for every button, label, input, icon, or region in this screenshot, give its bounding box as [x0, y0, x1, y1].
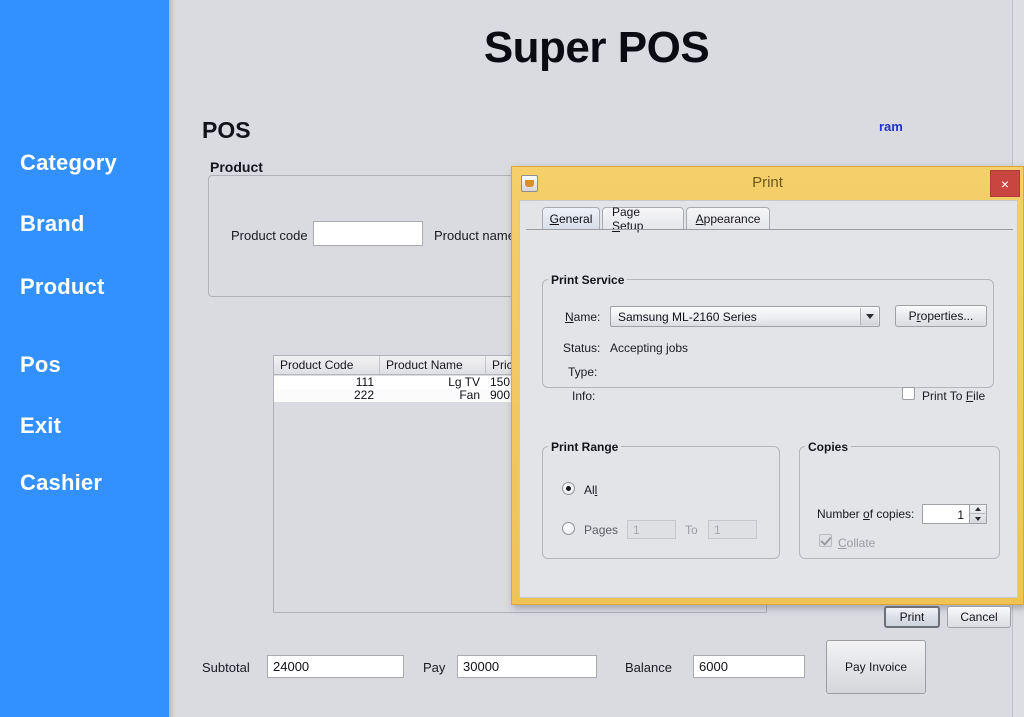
product-group-legend: Product	[206, 159, 267, 175]
dialog-body: General Page Setup Appearance Print Serv…	[519, 200, 1018, 628]
dialog-tabs: General Page Setup Appearance	[520, 205, 1017, 233]
print-range-all-radio[interactable]	[562, 482, 575, 495]
print-to-file-checkbox[interactable]	[902, 387, 915, 400]
balance-label: Balance	[625, 660, 672, 675]
cancel-button[interactable]: Cancel	[947, 606, 1011, 628]
number-of-copies-stepper[interactable]	[970, 504, 987, 524]
print-service-group	[542, 279, 994, 388]
product-code-input[interactable]	[313, 221, 423, 246]
product-code-label: Product code	[231, 228, 308, 243]
pay-input[interactable]	[457, 655, 597, 678]
dialog-title: Print	[752, 174, 783, 191]
tab-appearance[interactable]: Appearance	[686, 207, 770, 230]
print-dialog: Print × General Page Setup Appearance Pr…	[511, 166, 1024, 628]
status-value: Accepting jobs	[610, 341, 689, 355]
pay-label: Pay	[423, 660, 446, 675]
tab-general-label: General	[549, 212, 593, 226]
print-button[interactable]: Print	[884, 606, 940, 628]
print-range-group	[542, 446, 780, 559]
status-label: Status:	[563, 341, 601, 355]
printer-name-label: Name:	[565, 310, 601, 324]
print-to-file-label[interactable]: Print To File	[922, 389, 985, 403]
sidebar-item-pos[interactable]: Pos	[20, 352, 61, 378]
tab-general[interactable]: General	[542, 207, 600, 230]
current-user-label[interactable]: ram	[879, 119, 903, 134]
properties-button[interactable]: Properties...	[895, 305, 987, 327]
tab-separator	[526, 229, 1013, 230]
sidebar: Category Brand Product Pos Exit Cashier	[0, 0, 169, 717]
cell-product-code: 222	[353, 389, 374, 402]
cell-product-name: Fan	[459, 389, 480, 402]
collate-label[interactable]: Collate	[838, 536, 875, 550]
number-of-copies-input[interactable]: 1	[922, 504, 970, 524]
cancel-button-label: Cancel	[960, 610, 998, 624]
cell-product-code: 111	[355, 376, 374, 389]
print-range-legend: Print Range	[548, 440, 622, 454]
pages-from-input[interactable]: 1	[627, 520, 676, 539]
subtotal-input[interactable]	[267, 655, 404, 678]
print-range-pages-label[interactable]: Pages	[584, 523, 618, 537]
stepper-up-icon[interactable]	[970, 505, 985, 514]
print-button-label: Print	[899, 610, 925, 624]
print-service-legend: Print Service	[548, 273, 628, 287]
print-range-all-label[interactable]: All	[584, 483, 597, 497]
table-header-product-name[interactable]: Product Name	[380, 356, 486, 374]
stepper-down-icon[interactable]	[970, 514, 985, 523]
type-label: Type:	[568, 365, 598, 379]
printer-name-value: Samsung ML-2160 Series	[618, 310, 757, 324]
dialog-titlebar[interactable]: Print ×	[512, 167, 1023, 201]
table-header-product-code[interactable]: Product Code	[274, 356, 380, 374]
app-title: Super POS	[483, 23, 710, 72]
page-title: POS	[202, 117, 251, 143]
sidebar-item-brand[interactable]: Brand	[20, 211, 85, 237]
pages-to-label: To	[685, 523, 698, 537]
chevron-down-icon[interactable]	[860, 308, 878, 325]
balance-input[interactable]	[693, 655, 805, 678]
number-of-copies-label: Number of copies:	[817, 507, 915, 521]
copies-legend: Copies	[805, 440, 852, 454]
properties-button-label: Properties...	[908, 309, 974, 323]
close-icon[interactable]: ×	[990, 170, 1020, 197]
tab-appearance-label: Appearance	[695, 212, 761, 226]
sidebar-item-product[interactable]: Product	[20, 274, 105, 300]
print-range-pages-radio[interactable]	[562, 522, 575, 535]
product-name-label: Product name	[434, 228, 515, 243]
collate-checkbox[interactable]	[819, 534, 832, 547]
sidebar-item-category[interactable]: Category	[20, 150, 117, 176]
sidebar-divider	[169, 0, 175, 717]
pay-invoice-button[interactable]: Pay Invoice	[826, 640, 926, 694]
tab-page-setup[interactable]: Page Setup	[602, 205, 684, 233]
sidebar-item-cashier[interactable]: Cashier	[20, 470, 102, 496]
cell-product-name: Lg TV	[448, 376, 480, 389]
subtotal-label: Subtotal	[202, 660, 250, 675]
printer-name-select[interactable]: Samsung ML-2160 Series	[610, 306, 880, 327]
info-label: Info:	[572, 389, 596, 403]
sidebar-item-exit[interactable]: Exit	[20, 413, 61, 439]
pages-to-input[interactable]: 1	[708, 520, 757, 539]
